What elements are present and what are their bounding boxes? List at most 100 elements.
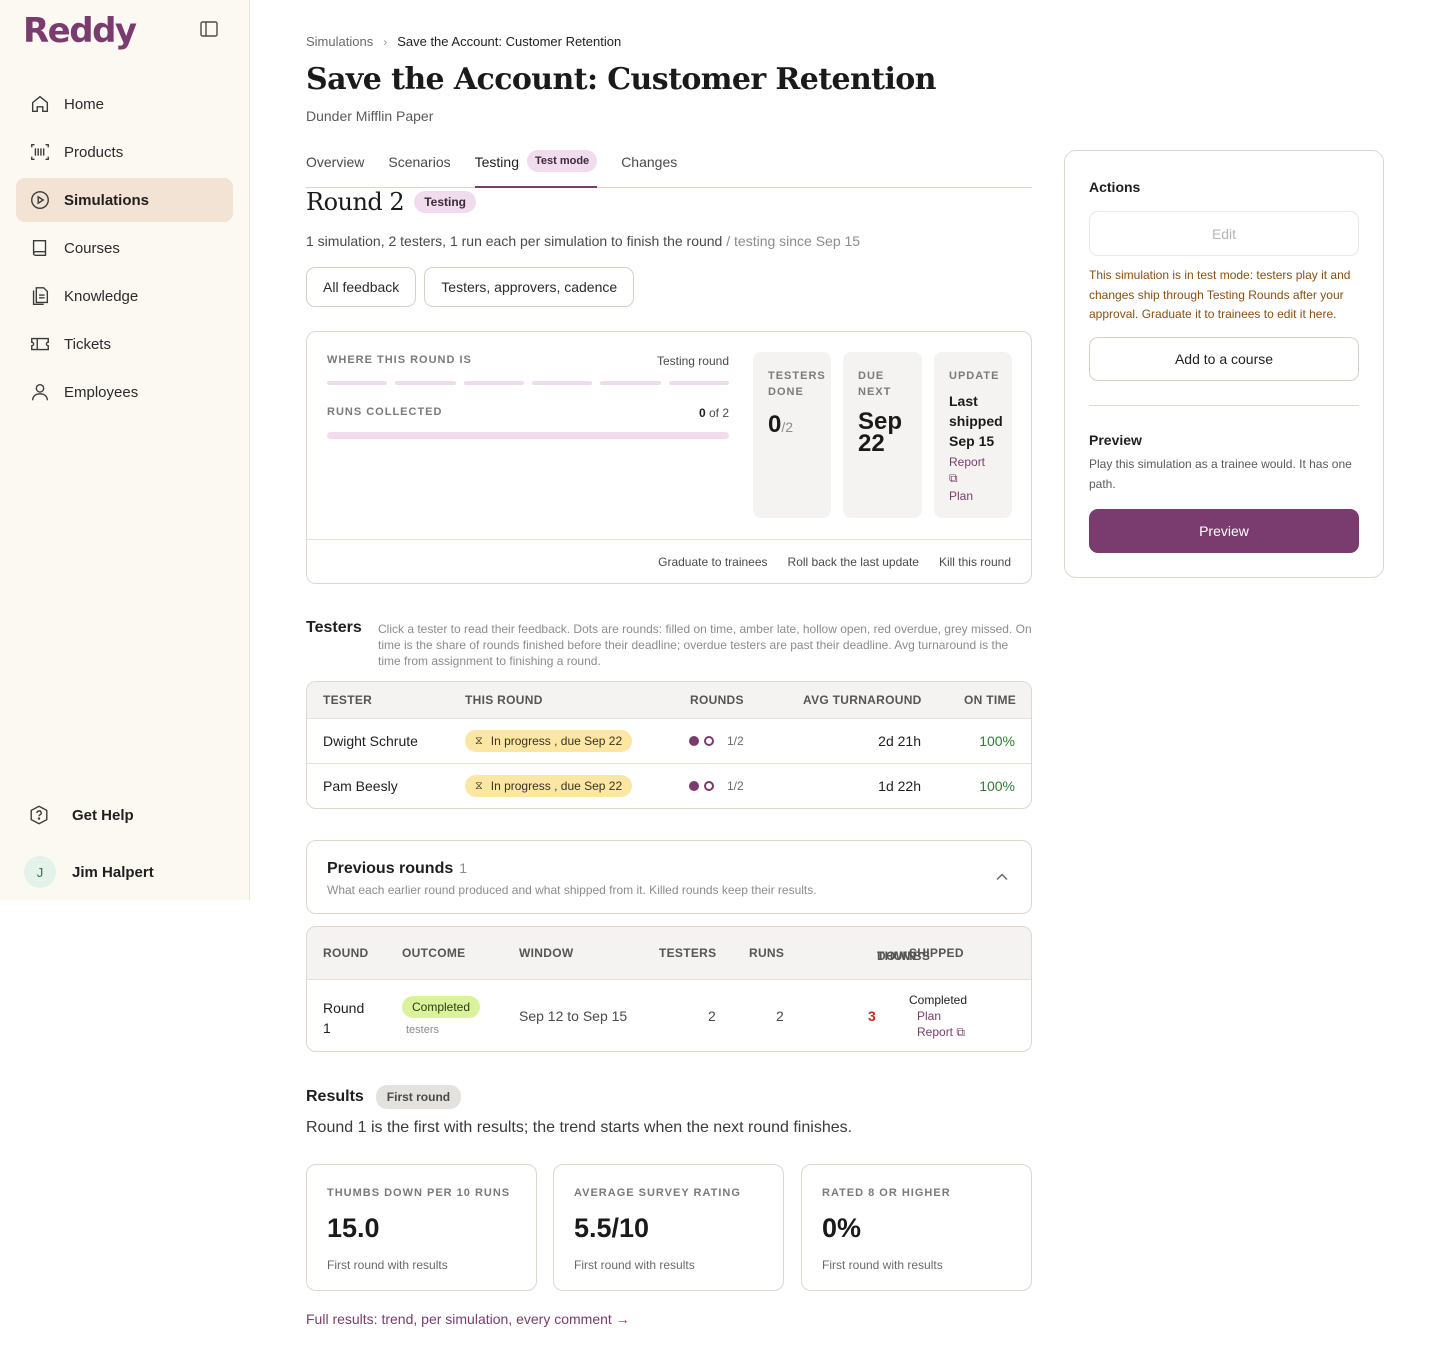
sidebar-item-home[interactable]: Home [16,82,233,126]
shipped-cell: Completed Plan Report ⧉ [909,992,967,1040]
home-icon [28,92,52,116]
preview-button[interactable]: Preview [1089,509,1359,553]
testers-table: TESTER THIS ROUND ROUNDS AVG TURNAROUND … [306,681,1032,809]
round-stage: WHERE THIS ROUND IS Testing round [327,354,729,385]
stage-segment [327,381,388,385]
column-window: WINDOW [519,946,574,960]
outcome-subtext: testers [406,1024,440,1036]
metric-value: 0% [822,1213,862,1243]
status-text: In progress , due Sep 22 [490,779,623,793]
user-menu[interactable]: J Jim Halpert [24,856,154,888]
round-dot-filled [689,781,699,791]
get-help-button[interactable]: Get Help [28,804,134,826]
status-badge: ⧖ In progress , due Sep 22 [465,730,633,752]
sidebar-item-tickets[interactable]: Tickets [16,322,233,366]
round-dots: 1/2 [689,734,744,748]
tab-scenarios[interactable]: Scenarios [388,150,450,188]
graduate-button[interactable]: Graduate to trainees [658,555,767,569]
due-next-label-2: NEXT [858,386,892,398]
kill-round-button[interactable]: Kill this round [939,555,1011,569]
metric-label: THUMBS DOWN PER 10 RUNS [327,1187,511,1199]
column-shipped: SHIPPED [909,946,964,960]
external-link-icon: ⧉ [956,1025,965,1039]
rollback-button[interactable]: Roll back the last update [788,555,919,569]
tab-testing-label: Testing [474,154,519,170]
status-badge: ⧖ In progress , due Sep 22 [465,775,633,797]
sidebar-item-courses[interactable]: Courses [16,226,233,270]
hourglass-icon: ⧖ [475,779,483,792]
document-icon [28,284,52,308]
previous-rounds-count: 1 [459,860,468,876]
testers-settings-button[interactable]: Testers, approvers, cadence [424,267,635,307]
plan-link[interactable]: Plan [949,488,997,504]
update-line-2: shipped [949,413,1003,429]
brand-logo[interactable]: Reddy [23,11,137,51]
previous-rounds-toggle[interactable]: Previous rounds 1 What each earlier round… [306,840,1032,914]
table-row[interactable]: Pam Beesly ⧖ In progress , due Sep 22 1/2… [307,763,1031,808]
completed-badge: Completed [402,996,481,1018]
testers-done-label-1: TESTERS [768,370,826,382]
where-label: WHERE THIS ROUND IS [327,354,472,366]
sidebar-item-label: Home [64,95,105,113]
edit-button[interactable]: Edit [1089,211,1359,256]
add-to-course-button[interactable]: Add to a course [1089,337,1359,381]
metric-label: RATED 8 OR HIGHER [822,1187,951,1199]
testers-done-total: /2 [781,419,794,435]
round-summary: 1 simulation, 2 testers, 1 run each per … [306,233,723,249]
all-feedback-button[interactable]: All feedback [306,267,417,307]
status-text: In progress , due Sep 22 [490,734,623,748]
testers-done-tile: TESTERS DONE 0/2 [753,352,831,518]
results-title: Results [306,1088,364,1105]
avg-turnaround: 2d 21h [878,733,921,749]
sidebar-toggle-icon[interactable] [199,19,219,39]
actions-title: Actions [1089,179,1141,195]
tab-testing[interactable]: Testing Test mode [474,150,598,188]
runs-label: RUNS COLLECTED [327,406,443,418]
sidebar-item-label: Courses [64,239,120,257]
chevron-up-icon [996,873,1008,881]
report-link[interactable]: Report ⧉ [949,454,997,486]
full-results-link[interactable]: Full results: trend, per simulation, eve… [306,1311,630,1327]
breadcrumb-parent[interactable]: Simulations [306,34,373,49]
table-row[interactable]: Round 1 Completed testers Sep 12 to Sep 1… [307,979,1031,1051]
sidebar-item-knowledge[interactable]: Knowledge [16,274,233,318]
on-time-rate: 100% [979,733,1015,749]
column-testers: TESTERS [659,946,717,960]
column-this-round: THIS ROUND [465,693,543,707]
sidebar-item-employees[interactable]: Employees [16,370,233,414]
page-title: Save the Account: Customer Retention [306,62,936,97]
round-dot-hollow [704,781,714,791]
sidebar-item-products[interactable]: Products [16,130,233,174]
sidebar-item-label: Tickets [64,335,111,353]
tester-name: Dwight Schrute [323,733,418,749]
breadcrumb: Simulations › Save the Account: Customer… [306,34,621,49]
tab-changes[interactable]: Changes [621,150,677,188]
full-results-label: Full results: trend, per simulation, eve… [306,1311,612,1327]
testers-description: Click a tester to read their feedback. D… [378,622,1032,668]
breadcrumb-current: Save the Account: Customer Retention [397,34,622,49]
column-round: ROUND [323,946,369,960]
column-outcome: OUTCOME [402,946,466,960]
column-tester: TESTER [323,693,373,707]
round-window: Sep 12 to Sep 15 [519,1008,628,1024]
round-dot-filled [689,736,699,746]
avg-turnaround: 1d 22h [878,778,921,794]
table-header: ROUND OUTCOME WINDOW TESTERS RUNS THUMBS… [307,927,1031,979]
shipped-status: Completed [909,993,968,1007]
previous-rounds-description: What each earlier round produced and wha… [327,883,817,897]
column-runs: RUNS [749,946,785,960]
barcode-icon [28,140,52,164]
metric-value: 15.0 [327,1213,380,1243]
divider [1089,405,1359,406]
round-description: 1 simulation, 2 testers, 1 run each per … [306,233,860,249]
shipped-plan-link[interactable]: Plan [917,1008,967,1024]
shipped-report-link[interactable]: Report ⧉ [917,1024,967,1040]
sidebar-item-simulations[interactable]: Simulations [16,178,233,222]
table-row[interactable]: Dwight Schrute ⧖ In progress , due Sep 22… [307,718,1031,763]
tab-overview[interactable]: Overview [306,150,364,188]
metric-note: First round with results [574,1258,695,1272]
stage-segments [327,381,729,385]
column-thumbs-down: THUMBS DOWN [823,938,930,963]
testers-done-value: 0 [768,411,782,438]
round-thumbs-down: 3 [868,1008,876,1024]
